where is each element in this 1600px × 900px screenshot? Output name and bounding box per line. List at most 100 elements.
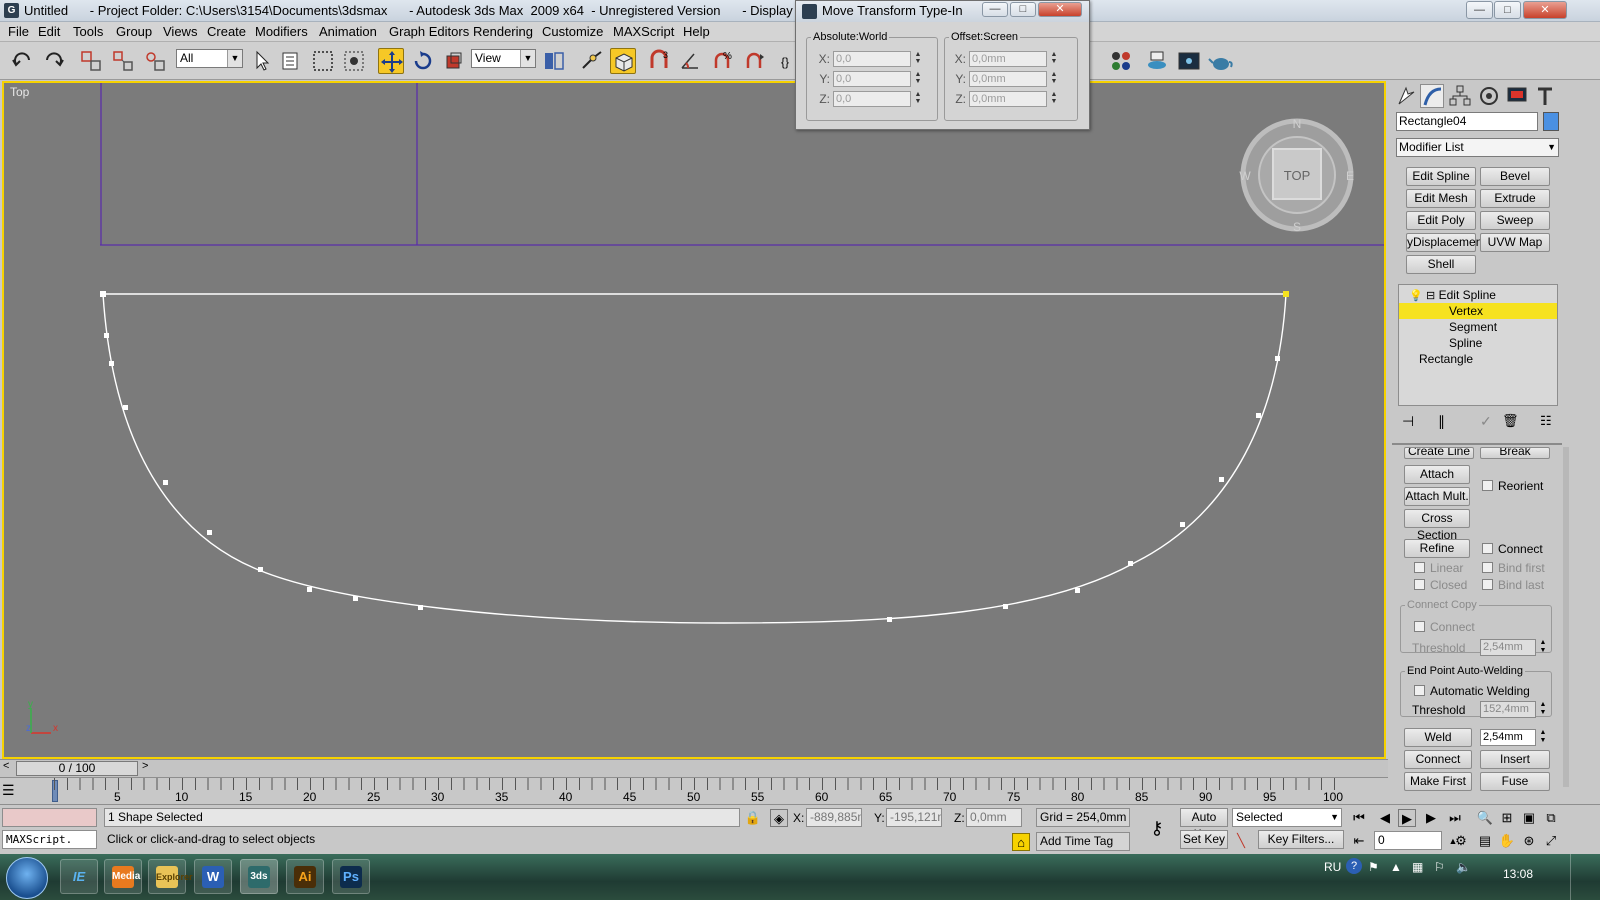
spinner-arrows-icon[interactable]: ▲ ▼: [913, 51, 923, 67]
dialog-maximize-button[interactable]: □: [1010, 2, 1036, 17]
vertex-selected[interactable]: [1283, 291, 1289, 297]
stack-item-segment[interactable]: Segment: [1399, 319, 1557, 335]
vertex[interactable]: [418, 605, 423, 610]
absolute-mode-icon[interactable]: ◈: [770, 809, 788, 827]
redo-icon[interactable]: [40, 48, 66, 74]
maxscript-listener-top[interactable]: [2, 808, 97, 827]
modify-tab-icon[interactable]: [1420, 84, 1444, 108]
vertex[interactable]: [123, 405, 128, 410]
vertex[interactable]: [109, 361, 114, 366]
y-coordinate-field[interactable]: -195,121mm: [886, 808, 942, 827]
menu-help[interactable]: Help: [683, 24, 710, 39]
absolute-x-field[interactable]: 0,0: [833, 51, 911, 67]
vertex[interactable]: [1180, 522, 1185, 527]
spinner-arrows-icon[interactable]: ▲ ▼: [1538, 701, 1548, 718]
angle-snap-icon[interactable]: [678, 48, 704, 74]
vertex[interactable]: [163, 480, 168, 485]
object-color-swatch[interactable]: [1543, 112, 1559, 131]
insert-button[interactable]: Insert: [1480, 750, 1550, 769]
select-and-move-icon[interactable]: [378, 48, 404, 74]
menu-graph-editors[interactable]: Graph Editors: [389, 24, 469, 39]
spinner-arrows-icon[interactable]: ▲ ▼: [1049, 51, 1059, 67]
track-bar[interactable]: ☰ 5 10 15 20 25 30 35 40 45 50 55 60 65 …: [0, 777, 1388, 804]
key-selection-dropdown[interactable]: Selected ▼: [1232, 808, 1342, 827]
remove-modifier-icon[interactable]: 🗑: [1502, 413, 1519, 429]
default-tangent-icon[interactable]: ╲: [1232, 832, 1250, 850]
refine-button[interactable]: Refine: [1404, 539, 1470, 558]
language-indicator[interactable]: RU: [1324, 860, 1341, 874]
offset-x-field[interactable]: 0,0mm: [969, 51, 1047, 67]
window-crossing-icon[interactable]: [341, 48, 367, 74]
percent-snap-icon[interactable]: %: [710, 48, 736, 74]
render-setup-icon[interactable]: [1144, 48, 1170, 74]
display-tab-icon[interactable]: [1505, 84, 1529, 108]
time-prev-button[interactable]: <: [3, 760, 9, 772]
stack-item-spline[interactable]: Spline: [1399, 335, 1557, 351]
extrude-button[interactable]: Extrude: [1480, 189, 1550, 208]
vertex[interactable]: [1256, 413, 1261, 418]
zoom-icon[interactable]: 🔍: [1476, 809, 1494, 827]
pin-stack-icon[interactable]: ⊣: [1402, 413, 1414, 430]
maximize-button[interactable]: □: [1494, 1, 1521, 19]
create-line-button[interactable]: Create Line: [1404, 447, 1474, 459]
select-object-icon[interactable]: [249, 48, 275, 74]
modifier-stack[interactable]: 💡 ⊟ Edit Spline Vertex Segment Spline Re…: [1398, 284, 1558, 406]
taskbar-explorer[interactable]: Explorer: [148, 859, 193, 894]
sweep-button[interactable]: Sweep: [1480, 211, 1550, 230]
mini-curve-editor-icon[interactable]: ☰: [2, 782, 36, 802]
viewcube-label[interactable]: TOP: [1284, 168, 1311, 183]
vertex[interactable]: [1075, 588, 1080, 593]
lightbulb-icon[interactable]: 💡: [1409, 290, 1423, 302]
vertex[interactable]: [1219, 477, 1224, 482]
move-transform-dialog[interactable]: Move Transform Type-In — □ ✕ Absolute:Wo…: [795, 0, 1090, 130]
auto-key-button[interactable]: Auto Key: [1180, 808, 1228, 841]
vertex[interactable]: [307, 587, 312, 592]
menu-maxscript[interactable]: MAXScript: [613, 24, 674, 39]
pan-view-icon[interactable]: ✋: [1498, 832, 1516, 850]
time-next-button[interactable]: >: [142, 760, 148, 772]
go-to-end-icon[interactable]: ⏭: [1446, 809, 1464, 827]
menu-rendering[interactable]: Rendering: [473, 24, 533, 39]
minimize-button[interactable]: —: [1466, 1, 1493, 19]
edit-spline-button[interactable]: Edit Spline: [1406, 167, 1476, 186]
start-button[interactable]: [6, 857, 48, 899]
set-key-icon[interactable]: ⚷: [1144, 819, 1170, 837]
reference-coordinate-dropdown[interactable]: View ▼: [471, 49, 536, 68]
vertex[interactable]: [1003, 604, 1008, 609]
select-by-name-icon[interactable]: [279, 48, 305, 74]
taskbar-ie[interactable]: IE: [60, 859, 98, 894]
close-button[interactable]: ✕: [1523, 1, 1567, 19]
zoom-all-icon[interactable]: ⊞: [1498, 809, 1516, 827]
dialog-minimize-button[interactable]: —: [982, 2, 1008, 17]
weld-button[interactable]: Weld: [1404, 728, 1472, 747]
motion-tab-icon[interactable]: [1477, 84, 1501, 108]
set-key-button[interactable]: Set Key: [1180, 830, 1228, 849]
next-frame-icon[interactable]: ▶: [1422, 809, 1440, 827]
make-unique-icon[interactable]: ✓: [1480, 413, 1492, 430]
create-tab-icon[interactable]: [1394, 84, 1418, 108]
undo-icon[interactable]: [10, 48, 36, 74]
key-filters-button[interactable]: Key Filters...: [1258, 830, 1344, 849]
orbit-icon[interactable]: ⊛: [1520, 832, 1538, 850]
time-tag-icon[interactable]: ⌂: [1012, 833, 1030, 851]
modifier-list-dropdown[interactable]: Modifier List ▼: [1396, 138, 1559, 157]
maximize-viewport-icon[interactable]: ⤢: [1542, 832, 1560, 850]
app-icon[interactable]: G: [4, 3, 19, 18]
z-coordinate-field[interactable]: 0,0mm: [966, 808, 1022, 827]
command-panel-scrollbar[interactable]: [1563, 447, 1569, 787]
vertex[interactable]: [100, 291, 106, 297]
add-time-tag-button[interactable]: Add Time Tag: [1036, 832, 1130, 851]
maxscript-mini-listener[interactable]: MAXScript.: [2, 830, 97, 849]
stack-item-rectangle[interactable]: Rectangle: [1399, 351, 1557, 367]
show-end-result-icon[interactable]: ∥: [1438, 413, 1445, 430]
spinner-arrows-icon[interactable]: ▲ ▼: [1538, 729, 1548, 746]
taskbar-3dsmax[interactable]: 3ds: [240, 859, 278, 894]
absolute-z-field[interactable]: 0,0: [833, 91, 911, 107]
stack-item-vertex[interactable]: Vertex: [1399, 303, 1557, 319]
viewport-top[interactable]: Top TOP N S E W x y z: [2, 81, 1386, 759]
fuse-button[interactable]: Fuse: [1480, 772, 1550, 791]
utilities-tab-icon[interactable]: [1533, 84, 1557, 108]
connect-button[interactable]: Connect: [1404, 750, 1472, 769]
go-to-start-icon[interactable]: ⏮: [1350, 809, 1368, 827]
expand-icon[interactable]: ⊟: [1426, 290, 1435, 302]
